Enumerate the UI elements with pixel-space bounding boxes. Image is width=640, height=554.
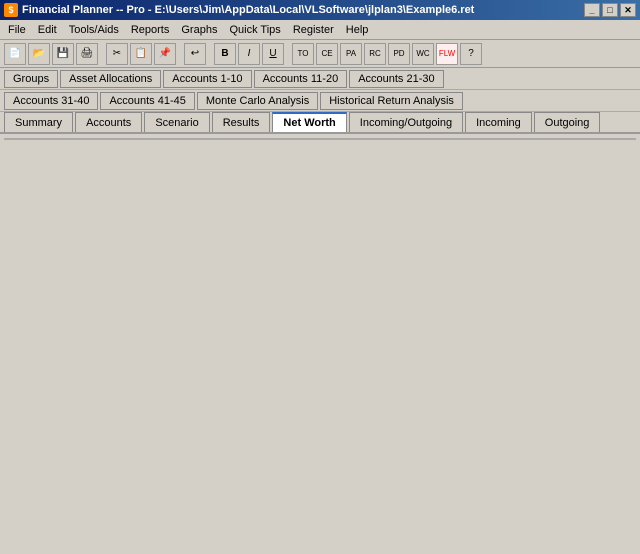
menu-graphs[interactable]: Graphs: [175, 22, 223, 38]
tool-new[interactable]: 📄: [4, 43, 26, 65]
menu-reports[interactable]: Reports: [125, 22, 176, 38]
tool-open[interactable]: 📂: [28, 43, 50, 65]
nav-row-2: Accounts 31-40 Accounts 41-45 Monte Carl…: [0, 90, 640, 112]
tab-outgoing[interactable]: Outgoing: [534, 112, 601, 132]
tool-t2[interactable]: CE: [316, 43, 338, 65]
tab-summary[interactable]: Summary: [4, 112, 73, 132]
maximize-btn[interactable]: □: [602, 3, 618, 17]
menu-bar: File Edit Tools/Aids Reports Graphs Quic…: [0, 20, 640, 40]
tool-b[interactable]: B: [214, 43, 236, 65]
menu-help[interactable]: Help: [340, 22, 375, 38]
tab-results[interactable]: Results: [212, 112, 271, 132]
tool-print[interactable]: 🖨: [76, 43, 98, 65]
nav-accounts-41-45[interactable]: Accounts 41-45: [100, 92, 194, 110]
tool-i[interactable]: I: [238, 43, 260, 65]
app-icon: $: [4, 3, 18, 17]
title-bar: $ Financial Planner -- Pro - E:\Users\Ji…: [0, 0, 640, 20]
nav-row-1: Groups Asset Allocations Accounts 1-10 A…: [0, 68, 640, 90]
menu-quicktips[interactable]: Quick Tips: [223, 22, 286, 38]
nav-groups[interactable]: Groups: [4, 70, 58, 88]
nav-monte-carlo[interactable]: Monte Carlo Analysis: [197, 92, 318, 110]
tool-cut[interactable]: ✂: [106, 43, 128, 65]
menu-file[interactable]: File: [2, 22, 32, 38]
nav-asset-allocations[interactable]: Asset Allocations: [60, 70, 161, 88]
tool-t1[interactable]: TO: [292, 43, 314, 65]
tool-save[interactable]: 💾: [52, 43, 74, 65]
chart-caption: George and Jane's Financial Plan Date: N…: [5, 134, 635, 139]
tab-row: Summary Accounts Scenario Results Net Wo…: [0, 112, 640, 134]
tab-accounts[interactable]: Accounts: [75, 112, 142, 132]
minimize-btn[interactable]: _: [584, 3, 600, 17]
window-controls[interactable]: _ □ ✕: [584, 3, 636, 17]
nav-accounts-21-30[interactable]: Accounts 21-30: [349, 70, 443, 88]
tool-paste[interactable]: 📌: [154, 43, 176, 65]
tool-u[interactable]: U: [262, 43, 284, 65]
nav-accounts-1-10[interactable]: Accounts 1-10: [163, 70, 251, 88]
tab-scenario[interactable]: Scenario: [144, 112, 209, 132]
menu-tools[interactable]: Tools/Aids: [63, 22, 125, 38]
nav-accounts-11-20[interactable]: Accounts 11-20: [254, 70, 348, 88]
tool-t5[interactable]: PD: [388, 43, 410, 65]
tool-t4[interactable]: RC: [364, 43, 386, 65]
tool-help[interactable]: ?: [460, 43, 482, 65]
tool-t3[interactable]: PA: [340, 43, 362, 65]
chart-section: $800,000 $700,000 $600,000 $500,000 $400…: [0, 134, 640, 144]
tool-undo[interactable]: ↩: [184, 43, 206, 65]
tool-copy[interactable]: 📋: [130, 43, 152, 65]
tab-net-worth[interactable]: Net Worth: [272, 112, 346, 132]
nav-accounts-31-40[interactable]: Accounts 31-40: [4, 92, 98, 110]
nav-historical-return[interactable]: Historical Return Analysis: [320, 92, 463, 110]
menu-register[interactable]: Register: [287, 22, 340, 38]
toolbar: 📄 📂 💾 🖨 ✂ 📋 📌 ↩ B I U TO CE PA RC PD WC …: [0, 40, 640, 68]
tab-incoming[interactable]: Incoming: [465, 112, 532, 132]
tool-t6[interactable]: WC: [412, 43, 434, 65]
tab-incoming-outgoing[interactable]: Incoming/Outgoing: [349, 112, 463, 132]
title-text: Financial Planner -- Pro - E:\Users\Jim\…: [22, 4, 474, 16]
close-btn[interactable]: ✕: [620, 3, 636, 17]
menu-edit[interactable]: Edit: [32, 22, 63, 38]
tool-fp[interactable]: FLW: [436, 43, 458, 65]
